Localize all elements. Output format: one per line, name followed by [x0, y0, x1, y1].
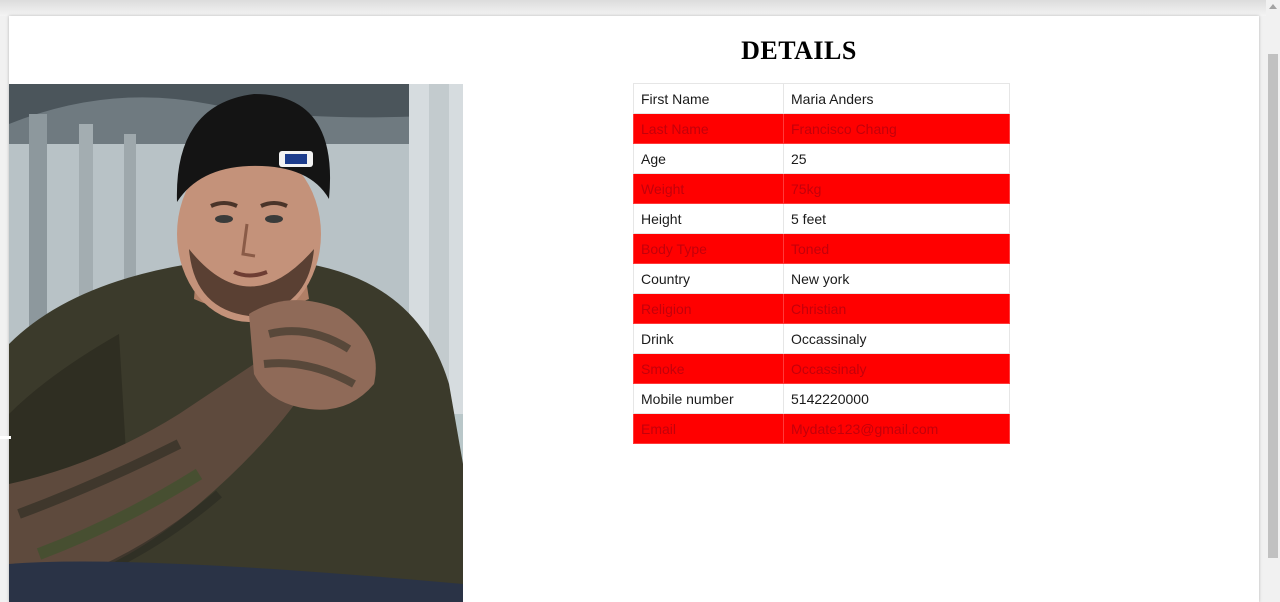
- row-label: Weight: [633, 173, 784, 204]
- table-row: Religion Christian: [633, 293, 1010, 324]
- table-row: Email Mydate123@gmail.com: [633, 413, 1010, 444]
- scrollbar-thumb[interactable]: [1268, 54, 1278, 558]
- row-label: Email: [633, 413, 784, 444]
- row-label: Age: [633, 143, 784, 174]
- row-value: Maria Anders: [783, 83, 1010, 114]
- profile-photo: [9, 84, 463, 602]
- details-table: First Name Maria Anders Last Name Franci…: [633, 83, 1010, 444]
- row-value: Francisco Chang: [783, 113, 1010, 144]
- table-row: First Name Maria Anders: [633, 83, 1010, 114]
- table-row: Smoke Occassinaly: [633, 353, 1010, 384]
- row-value: 5142220000: [783, 383, 1010, 414]
- table-row: Country New york: [633, 263, 1010, 294]
- row-label: Drink: [633, 323, 784, 354]
- row-label: Height: [633, 203, 784, 234]
- row-label: Smoke: [633, 353, 784, 384]
- row-value: Christian: [783, 293, 1010, 324]
- row-label: Body Type: [633, 233, 784, 264]
- scroll-up-arrow-icon[interactable]: [1269, 4, 1277, 9]
- page-title: DETAILS: [741, 36, 857, 65]
- table-row: Last Name Francisco Chang: [633, 113, 1010, 144]
- edge-marker: [0, 436, 11, 439]
- row-label: Country: [633, 263, 784, 294]
- row-value: 5 feet: [783, 203, 1010, 234]
- table-row: Body Type Toned: [633, 233, 1010, 264]
- row-label: Mobile number: [633, 383, 784, 414]
- table-row: Mobile number 5142220000: [633, 383, 1010, 414]
- table-row: Weight 75kg: [633, 173, 1010, 204]
- table-row: Age 25: [633, 143, 1010, 174]
- row-value: New york: [783, 263, 1010, 294]
- row-value: 25: [783, 143, 1010, 174]
- vertical-scrollbar[interactable]: [1266, 0, 1280, 602]
- row-value: Toned: [783, 233, 1010, 264]
- browser-top-edge: [0, 0, 1280, 16]
- table-row: Height 5 feet: [633, 203, 1010, 234]
- page-container: DETAILS First Name Maria Anders Last Nam…: [9, 16, 1259, 602]
- row-value: 75kg: [783, 173, 1010, 204]
- row-label: Last Name: [633, 113, 784, 144]
- row-label: Religion: [633, 293, 784, 324]
- row-value: Occassinaly: [783, 353, 1010, 384]
- row-value: Occassinaly: [783, 323, 1010, 354]
- table-row: Drink Occassinaly: [633, 323, 1010, 354]
- row-value: Mydate123@gmail.com: [783, 413, 1010, 444]
- row-label: First Name: [633, 83, 784, 114]
